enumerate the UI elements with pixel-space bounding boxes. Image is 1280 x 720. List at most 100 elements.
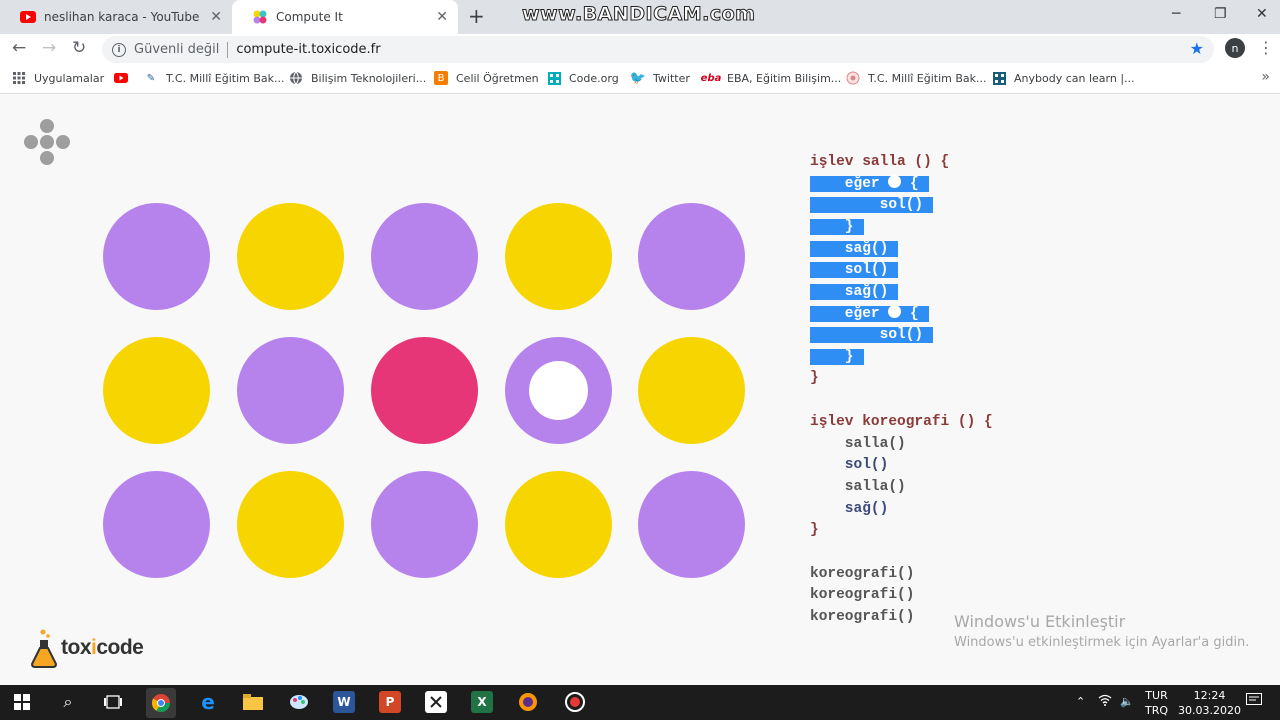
bookmark-eba[interactable]: eba EBA, Eğitim Bilişim... bbox=[700, 71, 842, 85]
bookmark-label: Anybody can learn |... bbox=[1014, 71, 1135, 85]
edge-icon[interactable]: e bbox=[197, 690, 219, 714]
close-window-icon[interactable]: ✕ bbox=[1256, 6, 1268, 22]
tab-label: Compute It bbox=[276, 10, 343, 24]
bookmark-meb-2[interactable]: T.C. Millî Eğitim Bak... bbox=[846, 71, 987, 85]
bookmark-code-org[interactable]: Code.org bbox=[547, 71, 619, 85]
volume-icon[interactable]: 🔈 bbox=[1120, 694, 1134, 709]
code-line[interactable]: koreografi() bbox=[810, 585, 914, 605]
compute-it-page: toxicode işlev salla () { eğer { sol() }… bbox=[0, 95, 1280, 685]
wifi-icon[interactable] bbox=[1098, 694, 1112, 710]
new-tab-icon[interactable]: + bbox=[468, 4, 485, 28]
clock[interactable]: 12:24 30.03.2020 bbox=[1178, 688, 1241, 718]
bookmark-celil[interactable]: B Celil Öğretmen bbox=[434, 71, 539, 85]
dancer-circle bbox=[103, 471, 210, 578]
tab-compute-it[interactable]: Compute It ✕ bbox=[232, 0, 458, 34]
url-text[interactable]: compute-it.toxicode.fr bbox=[236, 42, 380, 57]
dancer-ring-center bbox=[529, 361, 588, 420]
address-bar[interactable]: i Güvenli değil compute-it.toxicode.fr ★ bbox=[102, 36, 1214, 63]
code-line-selected[interactable]: eğer { bbox=[810, 304, 929, 324]
bookmarks-bar: Uygulamalar ✎ T.C. Millî Eğitim Bak... B… bbox=[0, 64, 1280, 94]
excel-icon[interactable]: X bbox=[471, 691, 493, 713]
bookmark-meb-1[interactable]: ✎ T.C. Millî Eğitim Bak... bbox=[144, 71, 285, 85]
security-label: Güvenli değil bbox=[134, 42, 220, 57]
bookmarks-overflow-icon[interactable]: » bbox=[1261, 69, 1270, 85]
search-icon[interactable]: ⌕ bbox=[57, 691, 79, 713]
code-line[interactable]: salla() bbox=[810, 477, 906, 497]
bookmark-apps[interactable]: Uygulamalar bbox=[12, 71, 104, 85]
file-explorer-icon[interactable] bbox=[242, 691, 264, 713]
close-tab-icon[interactable]: ✕ bbox=[436, 9, 448, 25]
level-menu-icon[interactable] bbox=[24, 119, 72, 167]
code-line[interactable]: } bbox=[810, 520, 819, 540]
clock-time: 12:24 bbox=[1193, 689, 1226, 702]
word-icon[interactable]: W bbox=[333, 691, 355, 713]
menu-icon[interactable]: ⋮ bbox=[1258, 38, 1274, 57]
chevron-up-icon[interactable]: ⌃ bbox=[1076, 694, 1085, 709]
code-line-selected[interactable]: sol() bbox=[810, 260, 899, 280]
code-line[interactable]: sol() bbox=[810, 455, 889, 475]
bookmark-bilisim[interactable]: Bilişim Teknolojileri... bbox=[289, 71, 426, 85]
profile-avatar[interactable]: n bbox=[1225, 38, 1245, 58]
youtube-icon bbox=[114, 71, 128, 85]
code-line-selected[interactable]: sağ() bbox=[810, 239, 899, 259]
firefox-icon[interactable] bbox=[517, 691, 539, 713]
toxicode-logo[interactable]: toxicode bbox=[30, 628, 144, 668]
code-line[interactable]: koreografi() bbox=[810, 564, 914, 584]
close-tab-icon[interactable]: ✕ bbox=[210, 9, 222, 25]
bookmark-label: T.C. Millî Eğitim Bak... bbox=[166, 71, 285, 85]
task-view-icon[interactable] bbox=[102, 691, 124, 713]
code-line[interactable]: işlev koreografi () { bbox=[810, 412, 993, 432]
apps-grid-icon bbox=[12, 71, 26, 85]
bandicam-record-icon[interactable] bbox=[564, 691, 586, 713]
notifications-icon[interactable] bbox=[1246, 693, 1262, 711]
code-line-selected[interactable]: sol() bbox=[810, 195, 934, 215]
bookmark-star-icon[interactable]: ★ bbox=[1190, 39, 1204, 58]
minimize-icon[interactable]: ─ bbox=[1172, 6, 1180, 22]
dancer-circle bbox=[237, 203, 344, 310]
restore-icon[interactable]: ❐ bbox=[1214, 6, 1227, 22]
blogger-icon: B bbox=[434, 71, 448, 85]
code-org-icon bbox=[547, 71, 561, 85]
twitter-icon: 🐦 bbox=[629, 70, 647, 86]
tab-label: neslihan karaca - YouTube bbox=[44, 10, 200, 24]
circle-condition-icon bbox=[888, 175, 902, 188]
eba-icon: eba bbox=[700, 72, 722, 84]
code-line[interactable]: } bbox=[810, 368, 819, 388]
tab-strip: neslihan karaca - YouTube ✕ Compute It ✕… bbox=[0, 0, 1280, 34]
forward-icon[interactable]: → bbox=[42, 38, 56, 58]
dancer-circle bbox=[505, 471, 612, 578]
input-language[interactable]: TUR TRQ bbox=[1145, 688, 1168, 718]
code-line-selected[interactable]: } bbox=[810, 347, 864, 367]
bookmark-youtube[interactable] bbox=[114, 71, 136, 85]
dancer-circle bbox=[237, 471, 344, 578]
globe-icon bbox=[289, 71, 303, 85]
dancer-circle bbox=[638, 203, 745, 310]
code-line-selected[interactable]: eğer { bbox=[810, 174, 929, 194]
dancer-circle bbox=[638, 471, 745, 578]
snip-icon[interactable] bbox=[425, 691, 447, 713]
tab-youtube[interactable]: neslihan karaca - YouTube ✕ bbox=[0, 0, 232, 34]
powerpoint-icon[interactable]: P bbox=[379, 691, 401, 713]
divider bbox=[227, 41, 229, 58]
bookmark-anybody[interactable]: Anybody can learn |... bbox=[992, 71, 1135, 85]
activation-subtitle: Windows'u etkinleştirmek için Ayarlar'a … bbox=[954, 635, 1250, 650]
back-icon[interactable]: ← bbox=[12, 38, 26, 58]
code-line-selected[interactable]: sol() bbox=[810, 325, 934, 345]
code-line[interactable]: işlev salla () { bbox=[810, 152, 949, 172]
code-line-selected[interactable]: sağ() bbox=[810, 282, 899, 302]
windows-start-icon[interactable] bbox=[11, 691, 33, 713]
recording-watermark: www.BANDICAM.com bbox=[521, 3, 756, 26]
code-line[interactable]: koreografi() bbox=[810, 607, 914, 627]
chrome-icon[interactable] bbox=[146, 688, 176, 718]
logo-text: toxicode bbox=[61, 636, 144, 659]
code-line[interactable]: sağ() bbox=[810, 499, 889, 519]
dancer-circle bbox=[371, 471, 478, 578]
paint-icon[interactable] bbox=[288, 691, 310, 713]
code-line[interactable]: salla() bbox=[810, 434, 906, 454]
info-icon[interactable]: i bbox=[112, 42, 126, 57]
reload-icon[interactable]: ↻ bbox=[72, 38, 86, 58]
bookmark-label: Bilişim Teknolojileri... bbox=[311, 71, 427, 85]
code-line-selected[interactable]: } bbox=[810, 217, 864, 237]
youtube-icon bbox=[20, 9, 36, 25]
bookmark-twitter[interactable]: 🐦 Twitter bbox=[629, 70, 690, 86]
